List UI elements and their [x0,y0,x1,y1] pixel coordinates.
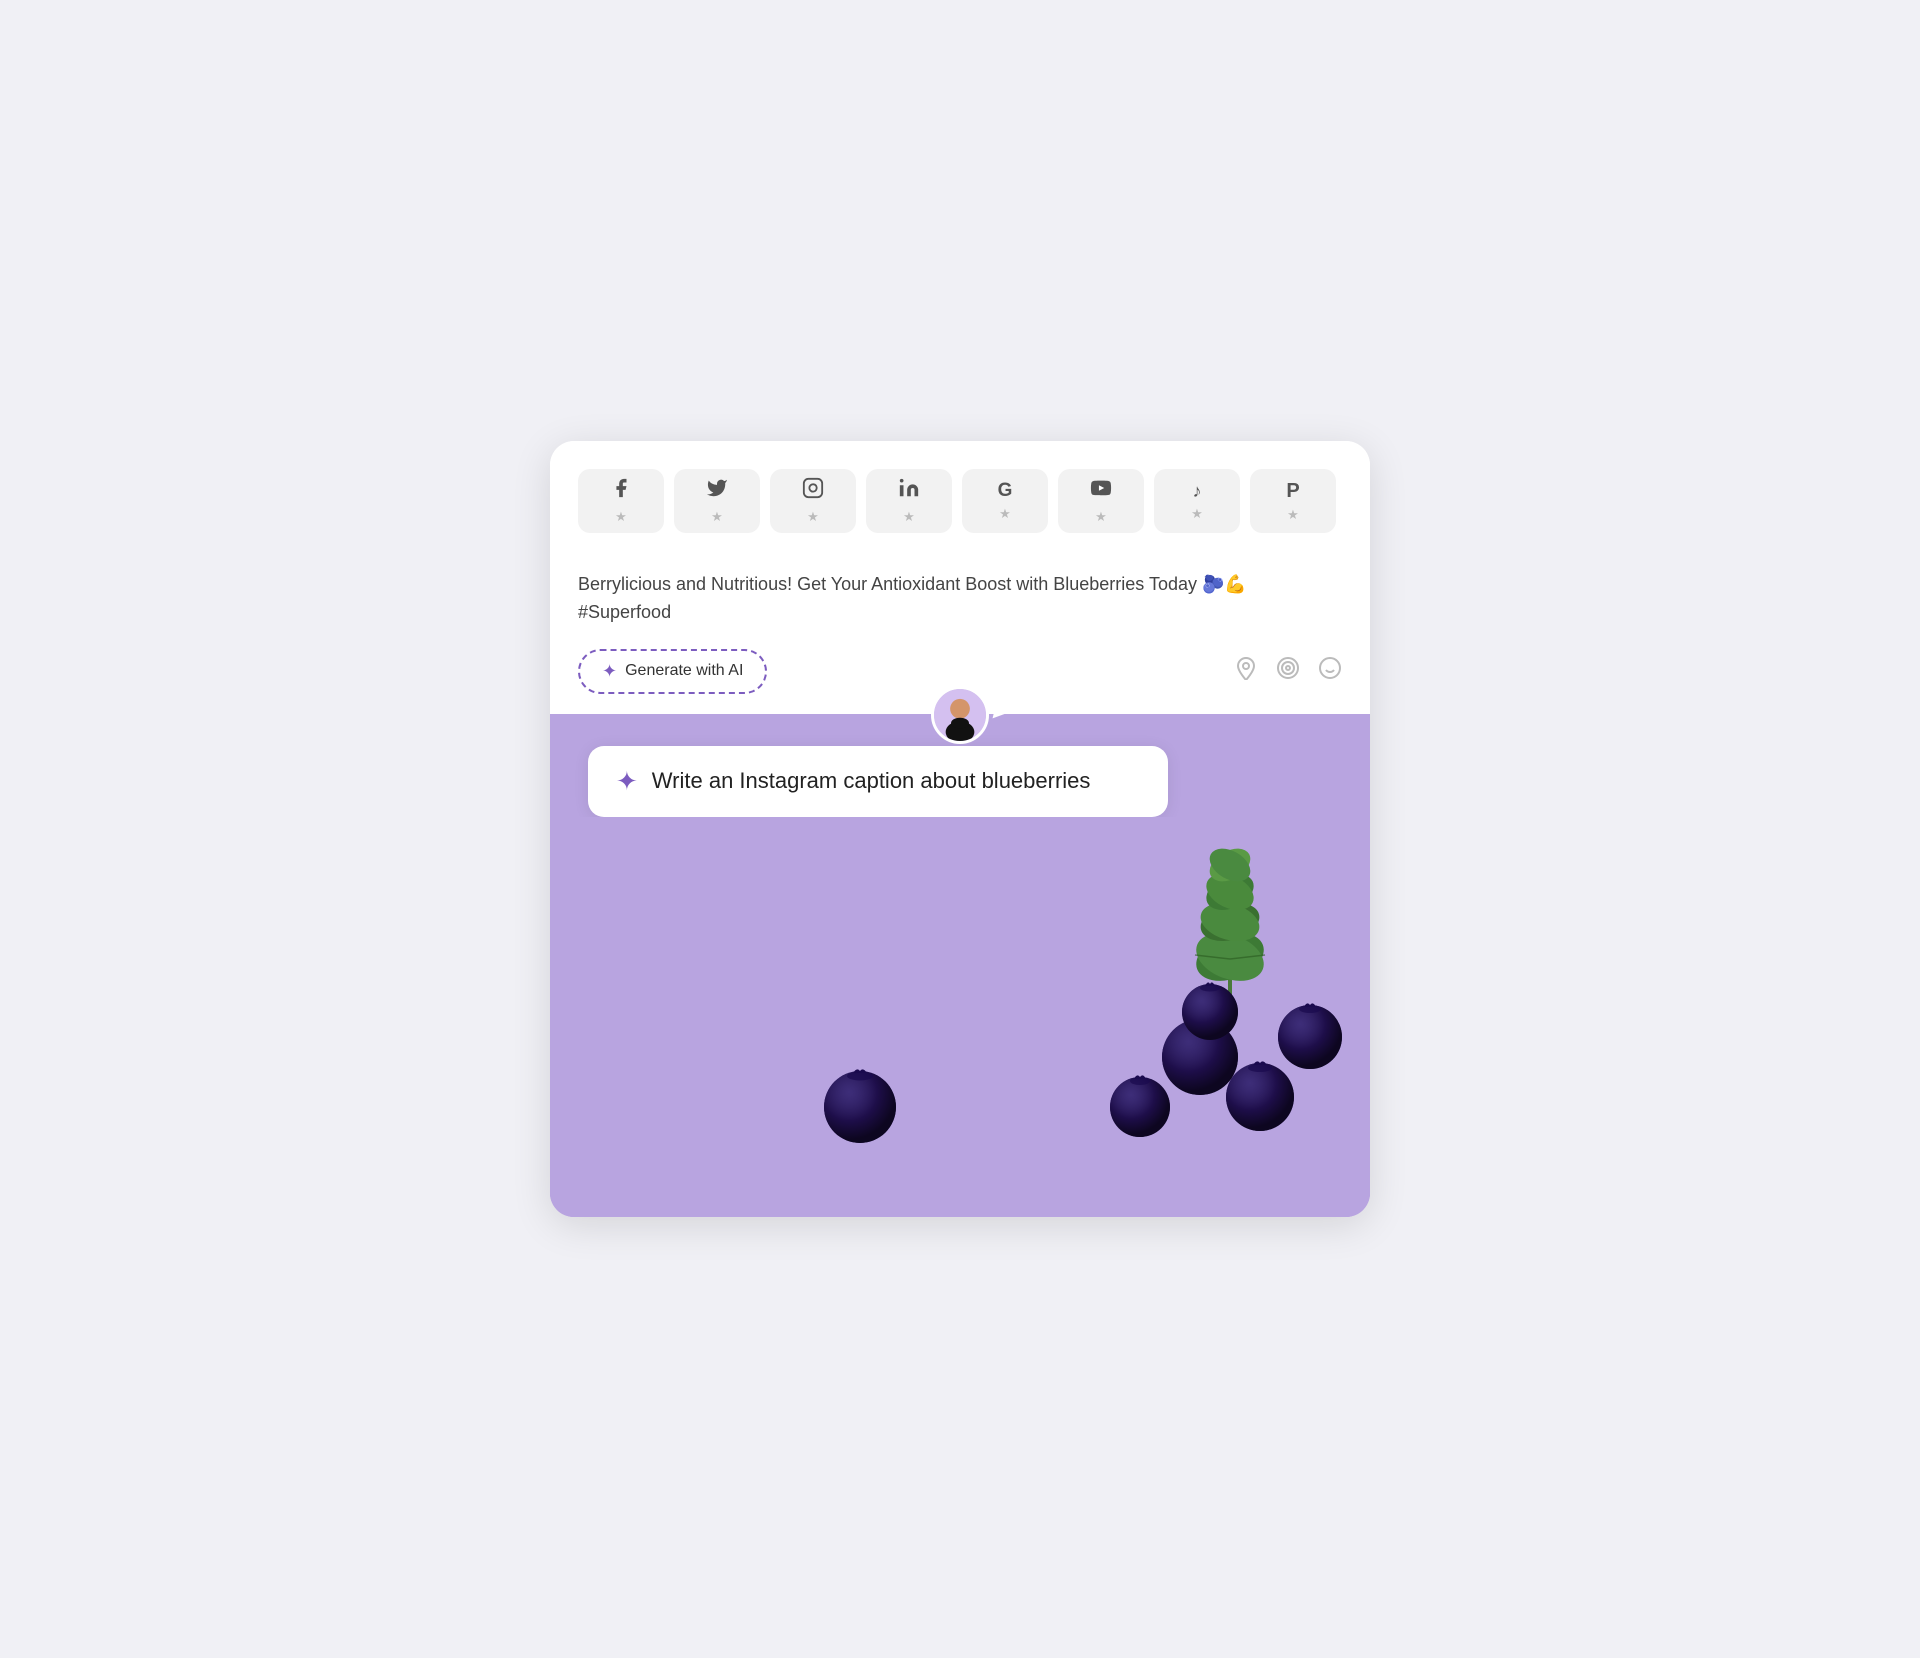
linkedin-icon [898,477,920,505]
youtube-icon [1090,477,1112,505]
target-icon[interactable] [1276,656,1300,686]
pinterest-icon: P [1286,480,1299,503]
emoji-icon[interactable] [1318,656,1342,686]
pinterest-star: ★ [1287,507,1299,523]
instagram-star: ★ [807,509,819,525]
avatar [931,686,989,744]
linkedin-star: ★ [903,509,915,525]
facebook-icon [610,477,632,505]
social-item-instagram[interactable]: ★ [770,469,856,533]
twitter-icon [706,477,728,505]
social-item-youtube[interactable]: ★ [1058,469,1144,533]
google-star: ★ [999,506,1011,522]
ai-bubble: ✦ Write an Instagram caption about blueb… [588,746,1168,817]
social-item-twitter[interactable]: ★ [674,469,760,533]
tiktok-star: ★ [1191,506,1203,522]
social-item-linkedin[interactable]: ★ [866,469,952,533]
caption-text: Berrylicious and Nutritious! Get Your An… [578,571,1342,627]
main-card: ★ ★ ★ ★ G ★ [550,441,1370,1217]
sparkle-icon: ✦ [602,661,617,682]
youtube-star: ★ [1095,509,1107,525]
facebook-star: ★ [615,509,627,525]
social-item-pinterest[interactable]: P ★ [1250,469,1336,533]
google-icon: G [998,480,1013,502]
location-icon[interactable] [1234,656,1258,686]
right-action-icons [1234,656,1342,686]
generate-btn-label: Generate with AI [625,662,743,680]
caption-area: Berrylicious and Nutritious! Get Your An… [550,553,1370,627]
blueberry-image [550,817,1370,1217]
social-item-tiktok[interactable]: ♪ ★ [1154,469,1240,533]
tiktok-icon: ♪ [1193,481,1202,502]
ai-prompt-text: Write an Instagram caption about blueber… [652,768,1091,794]
social-item-facebook[interactable]: ★ [578,469,664,533]
ai-prompt-area: ✦ Write an Instagram caption about blueb… [550,736,1370,817]
instagram-icon [802,477,824,505]
blueberry-scene-svg [550,817,1370,1217]
avatar-wrapper [931,686,989,744]
twitter-star: ★ [711,509,723,525]
ai-sparkle-icon: ✦ [616,766,638,797]
generate-ai-button[interactable]: ✦ Generate with AI [578,649,767,694]
social-bar: ★ ★ ★ ★ G ★ [550,441,1370,553]
social-item-google[interactable]: G ★ [962,469,1048,533]
purple-section: ✦ Write an Instagram caption about blueb… [550,714,1370,1217]
